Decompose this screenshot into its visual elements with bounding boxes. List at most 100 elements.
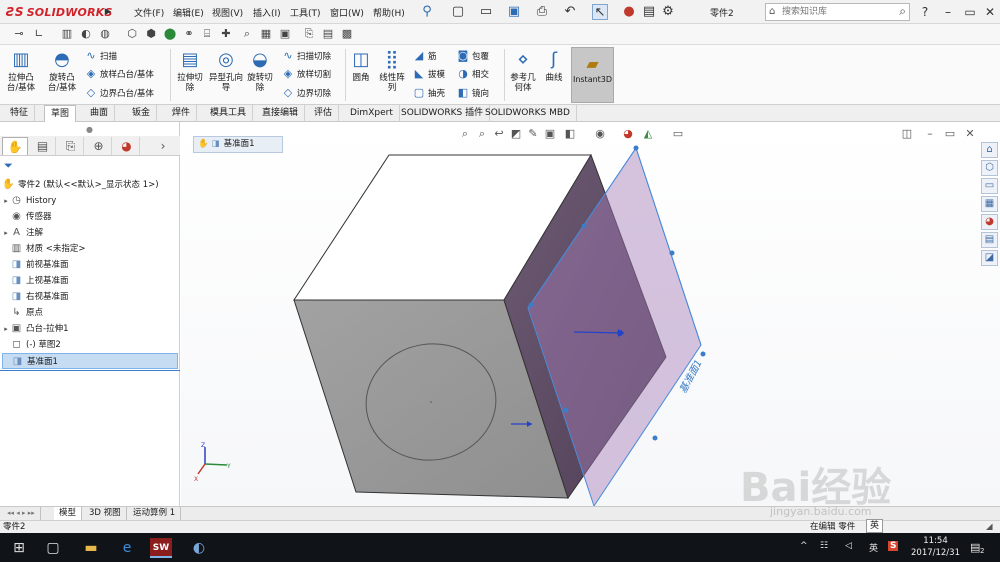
plane-handle[interactable] xyxy=(633,145,639,151)
tree-item[interactable]: ▥ 材质 <未指定> xyxy=(2,241,178,257)
tree-item[interactable]: ◨ 上视基准面 xyxy=(2,273,178,289)
extrude-cut-button[interactable]: ▤ 拉伸切除 xyxy=(175,49,205,93)
loft-button[interactable]: ◈ 放样凸台/基体 xyxy=(84,66,154,82)
solidworks-taskbar-icon[interactable]: SW xyxy=(150,538,172,558)
tray-up-icon[interactable]: ^ xyxy=(800,541,808,551)
volume-icon[interactable]: ◁ xyxy=(845,541,852,551)
dimxpert-manager-tab-icon[interactable]: ⊕ xyxy=(86,137,112,155)
boundary-cut-button[interactable]: ◇ 边界切除 xyxy=(281,85,331,101)
display-icon[interactable]: ▣ xyxy=(278,27,292,41)
open-icon[interactable]: ▭ xyxy=(478,4,494,20)
fillet-button[interactable]: ◫ 圆角 xyxy=(348,49,374,83)
menu-help[interactable]: 帮助(H) xyxy=(373,6,405,19)
intersect-button[interactable]: ◑ 相交 xyxy=(456,66,489,82)
tab-features[interactable]: 特征 xyxy=(4,105,36,122)
design-library-icon[interactable]: ⬡ xyxy=(981,160,998,176)
tree-item[interactable]: ◻ (-) 草图2 xyxy=(2,337,178,353)
network-icon[interactable]: ☷ xyxy=(820,541,828,551)
tree-item[interactable]: ▸ ▣ 凸台-拉伸1 xyxy=(2,321,178,337)
section-view-icon[interactable]: ▦ xyxy=(259,27,273,41)
tree-root-part[interactable]: ✋ 零件2 (默认<<默认>_显示状态 1>) xyxy=(2,177,158,193)
linear-pattern-button[interactable]: ⣿ 线性阵列 xyxy=(376,49,408,93)
revolve-cut-button[interactable]: ◒ 旋转切除 xyxy=(245,49,275,93)
save-icon[interactable]: ▣ xyxy=(506,4,522,20)
rollback-bar[interactable] xyxy=(0,370,180,371)
tab-addins[interactable]: SOLIDWORKS 插件 xyxy=(395,105,491,122)
swept-cut-button[interactable]: ∿ 扫描切除 xyxy=(281,48,331,64)
ime-indicator[interactable]: 英 xyxy=(866,519,884,533)
restore-button[interactable]: ▭ xyxy=(960,2,980,22)
tab-model[interactable]: 模型 xyxy=(54,507,83,521)
zoom-icon[interactable]: ⌕ xyxy=(240,27,254,41)
instant3d-button[interactable]: ▰ Instant3D xyxy=(571,47,614,103)
graphics-area[interactable]: ✋ ◨ 基准面1 ⌕ ⌕ ↩ ◩ ✎ ▣ ◧ ◉ ◕ ◭ ▭ ◫ – ▭ ✕ 基… xyxy=(181,122,1000,506)
tree-item[interactable]: ◨ 基准面1 xyxy=(2,353,178,369)
menu-edit[interactable]: 编辑(E) xyxy=(173,6,204,19)
loft-tool-icon[interactable]: ◍ xyxy=(98,27,112,41)
app-taskbar-icon[interactable]: ◐ xyxy=(188,538,210,558)
tab-weldments[interactable]: 焊件 xyxy=(166,105,198,122)
hole-wizard-button[interactable]: ◎ 异型孔向导 xyxy=(209,49,243,93)
print-icon[interactable]: ⎙ xyxy=(534,4,550,20)
tree-item[interactable]: ◨ 右视基准面 xyxy=(2,289,178,305)
expand-arrow-icon[interactable]: ▸ xyxy=(2,321,10,337)
rib-button[interactable]: ◢ 筋 xyxy=(412,48,437,64)
plane-handle[interactable] xyxy=(581,223,587,229)
tab-motion-study[interactable]: 运动算例 1 xyxy=(128,507,182,521)
search-scope-icon[interactable]: ⌂ xyxy=(769,6,775,17)
shaded-icon[interactable]: ⬡ xyxy=(125,27,139,41)
property-manager-tab-icon[interactable]: ▤ xyxy=(30,137,56,155)
forum-icon[interactable]: ◪ xyxy=(981,250,998,266)
extrude-tool-icon[interactable]: ▥ xyxy=(60,27,74,41)
coordinate-icon[interactable]: ⚭ xyxy=(182,27,196,41)
plane-handle[interactable] xyxy=(700,351,706,357)
menu-file[interactable]: 文件(F) xyxy=(134,6,164,19)
boundary-boss-button[interactable]: ◇ 边界凸台/基体 xyxy=(84,85,154,101)
lofted-cut-button[interactable]: ◈ 放样切割 xyxy=(281,66,331,82)
taskbar-ime[interactable]: 英 xyxy=(869,541,878,554)
close-button[interactable]: ✕ xyxy=(980,2,1000,22)
solidworks-logo[interactable]: ƧS SOLIDWORKS xyxy=(6,5,113,19)
copy-icon[interactable]: ⎘ xyxy=(302,27,316,41)
location-icon[interactable]: ⬤ xyxy=(163,27,177,41)
windows-start-icon[interactable]: ⊞ xyxy=(8,538,30,558)
sogou-ime-icon[interactable]: S xyxy=(888,541,899,551)
edge-browser-icon[interactable]: e xyxy=(116,538,138,558)
measure-icon[interactable]: ⌸ xyxy=(200,27,214,41)
tab-dimxpert[interactable]: DimXpert xyxy=(344,105,400,122)
home-icon[interactable]: ⌂ xyxy=(981,142,998,158)
menu-tools[interactable]: 工具(T) xyxy=(290,6,321,19)
smart-dimension-icon[interactable]: ∟ xyxy=(32,27,46,41)
expand-menu-icon[interactable]: ▸ xyxy=(100,4,116,20)
print-preview-icon[interactable]: ▤ xyxy=(321,27,335,41)
display-manager-tab-icon[interactable]: ◕ xyxy=(114,137,140,155)
menu-window[interactable]: 窗口(W) xyxy=(330,6,364,19)
tab-sketch[interactable]: 草图 xyxy=(44,105,77,122)
panel-collapse-handle[interactable]: ● xyxy=(86,125,93,134)
help-icon[interactable]: ? xyxy=(915,2,935,22)
search-icon[interactable]: ⌕ xyxy=(899,4,906,19)
manipulator-ball[interactable] xyxy=(617,330,623,336)
appearances-icon[interactable]: ◕ xyxy=(981,214,998,230)
tree-item[interactable]: ▸ ◷ History xyxy=(2,193,178,209)
task-view-icon[interactable]: ▢ xyxy=(42,538,64,558)
expand-arrow-icon[interactable]: ▸ xyxy=(2,193,10,209)
configuration-manager-tab-icon[interactable]: ⎘ xyxy=(58,137,84,155)
tree-item[interactable]: ◉ 传感器 xyxy=(2,209,178,225)
draft-button[interactable]: ◣ 拔模 xyxy=(412,66,445,82)
tab-scroll-icon[interactable]: ◂◂ ◂ ▸ ▸▸ xyxy=(2,507,41,521)
tab-mbd[interactable]: SOLIDWORKS MBD xyxy=(479,105,577,122)
status-help-icon[interactable]: ◢ xyxy=(986,521,993,533)
mass-properties-icon[interactable]: ✚ xyxy=(219,27,233,41)
settings-gear-icon[interactable]: ⚙ xyxy=(660,4,676,20)
expand-arrow-icon[interactable]: ▸ xyxy=(2,225,10,241)
tab-evaluate[interactable]: 评估 xyxy=(308,105,340,122)
plane-handle[interactable] xyxy=(652,435,658,441)
sweep-button[interactable]: ∿ 扫描 xyxy=(84,48,117,64)
custom-properties-icon[interactable]: ▤ xyxy=(981,232,998,248)
file-explorer-taskbar-icon[interactable]: ▬ xyxy=(80,538,102,558)
hidden-lines-icon[interactable]: ⬢ xyxy=(144,27,158,41)
view-palette-icon[interactable]: ▦ xyxy=(981,196,998,212)
reference-geometry-button[interactable]: ⋄ 参考几何体 xyxy=(507,49,539,93)
tab-mold-tools[interactable]: 模具工具 xyxy=(204,105,254,122)
